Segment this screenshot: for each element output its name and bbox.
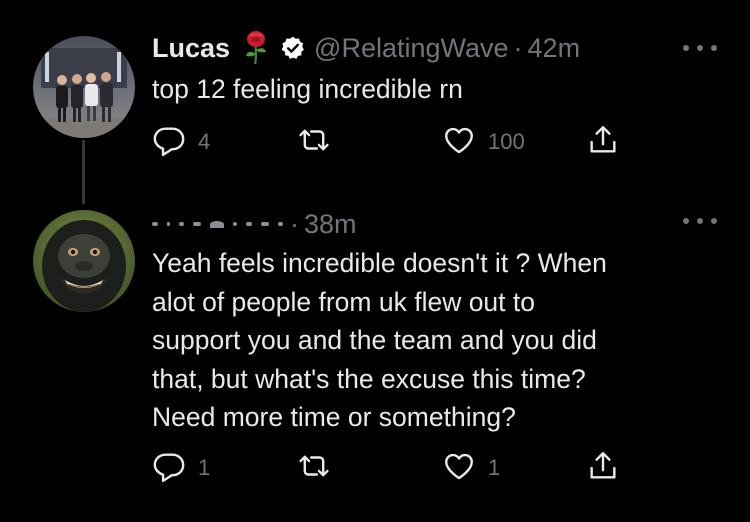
action-bar: 1 1 bbox=[0, 448, 750, 488]
retweet-icon bbox=[296, 123, 332, 162]
more-icon[interactable] bbox=[683, 43, 717, 53]
reply-count: 4 bbox=[198, 129, 211, 154]
retweet-icon bbox=[296, 449, 332, 488]
tweet-text: Yeah feels incredible doesn't it ? When … bbox=[152, 248, 607, 432]
tweet-reply[interactable]: · 38m Yeah feels incredible doesn't it ?… bbox=[0, 200, 750, 522]
user-handle[interactable]: @RelatingWave bbox=[314, 33, 508, 64]
like-button[interactable]: 100 bbox=[442, 122, 525, 162]
heart-icon bbox=[442, 449, 476, 488]
retweet-button[interactable] bbox=[296, 448, 344, 488]
avatar-reply-user[interactable] bbox=[33, 210, 135, 312]
share-icon bbox=[586, 123, 620, 162]
more-icon[interactable] bbox=[683, 216, 717, 226]
rose-emoji bbox=[242, 30, 270, 66]
share-button[interactable] bbox=[586, 122, 620, 162]
verified-badge-icon bbox=[280, 35, 306, 61]
reply-icon bbox=[152, 123, 186, 162]
like-count: 100 bbox=[488, 129, 525, 154]
retweet-button[interactable] bbox=[296, 122, 344, 162]
separator-dot: · bbox=[290, 208, 299, 239]
reply-button[interactable]: 4 bbox=[152, 122, 210, 162]
like-button[interactable]: 1 bbox=[442, 448, 500, 488]
like-count: 1 bbox=[488, 455, 501, 480]
tweet-original[interactable]: Lucas @RelatingWave · 42m top 12 feeling… bbox=[0, 0, 750, 204]
redacted-display-name bbox=[152, 220, 283, 228]
tweet-header: · 38m bbox=[152, 204, 357, 244]
action-bar: 4 100 bbox=[0, 122, 750, 162]
share-button[interactable] bbox=[586, 448, 620, 488]
reply-button[interactable]: 1 bbox=[152, 448, 210, 488]
share-icon bbox=[586, 449, 620, 488]
heart-icon bbox=[442, 123, 476, 162]
tweet-header: Lucas @RelatingWave · 42m bbox=[152, 28, 580, 68]
separator-dot: · bbox=[513, 32, 523, 63]
timestamp[interactable]: 42m bbox=[528, 33, 581, 64]
display-name[interactable]: Lucas bbox=[152, 33, 230, 64]
timestamp[interactable]: 38m bbox=[304, 209, 357, 240]
reply-count: 1 bbox=[198, 455, 211, 480]
tweet-text: top 12 feeling incredible rn bbox=[152, 74, 463, 104]
reply-icon bbox=[152, 449, 186, 488]
